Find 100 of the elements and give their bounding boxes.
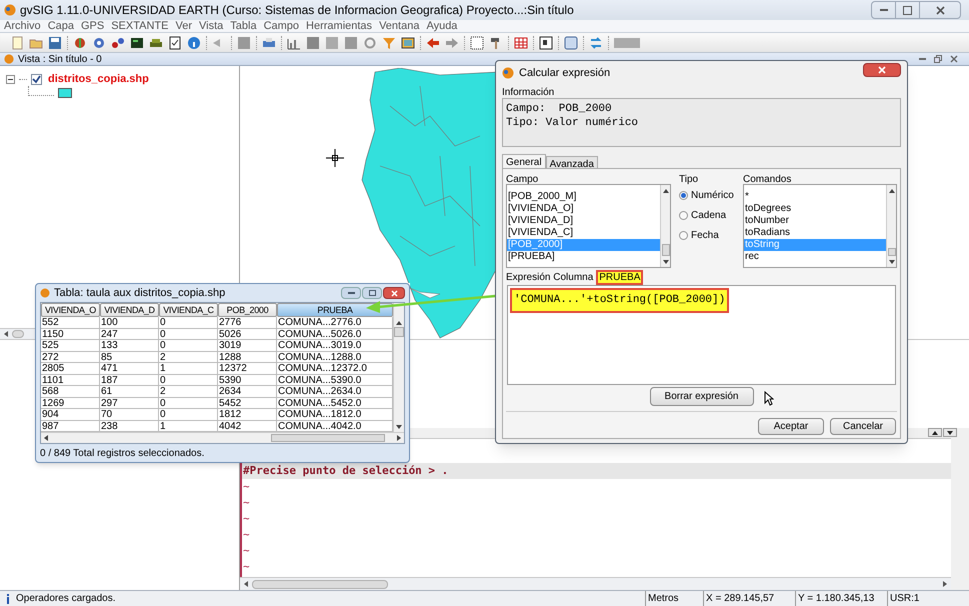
column-header[interactable]: POB_2000 (218, 303, 277, 317)
column-header[interactable]: VIVIENDA_D (100, 303, 159, 317)
right-arrow-icon[interactable] (445, 36, 459, 50)
scroll-left-icon[interactable] (2, 330, 10, 338)
menu-item[interactable]: Herramientas (306, 20, 372, 32)
list-item[interactable]: [VIVIENDA_C] (507, 227, 660, 239)
scrollbar-thumb[interactable] (394, 327, 404, 337)
column-header[interactable]: PRUEBA (277, 303, 393, 317)
tab[interactable]: General (502, 154, 546, 168)
scrollbar-thumb[interactable] (662, 244, 670, 256)
square-icon[interactable] (306, 36, 320, 50)
list-item[interactable]: [POB_2000_M] (507, 191, 660, 203)
scrollbar-thumb[interactable] (252, 580, 388, 588)
minimize-icon (918, 58, 926, 60)
new-document-icon[interactable] (10, 36, 24, 50)
scroll-down-icon[interactable] (888, 260, 894, 264)
menu-item[interactable]: Capa (48, 20, 74, 32)
radio-label[interactable]: Numérico (691, 188, 734, 203)
grid-icon[interactable] (470, 36, 484, 50)
scroll-left-icon[interactable] (242, 580, 250, 588)
printer-icon[interactable] (262, 36, 276, 50)
table-cell: 0 (159, 317, 218, 328)
column-header[interactable]: VIVIENDA_O (41, 303, 100, 317)
table-cell: 0 (159, 409, 218, 420)
table-cell: 1812 (218, 409, 277, 420)
radio-button[interactable] (679, 231, 688, 240)
list-item[interactable]: [PRUEBA] (507, 251, 660, 263)
table-title: Tabla: taula aux distritos_copia.shp (54, 286, 226, 301)
close-button[interactable] (383, 287, 405, 299)
table-logo-icon (40, 288, 50, 298)
scroll-up-icon[interactable] (396, 321, 402, 325)
square-icon[interactable] (237, 36, 251, 50)
picture-icon[interactable] (401, 36, 415, 50)
menu-item[interactable]: Ayuda (426, 20, 458, 32)
dialog-button[interactable]: Aceptar (758, 418, 824, 435)
menu-item[interactable]: Archivo (4, 20, 41, 32)
window-title: gvSIG 1.11.0-UNIVERSIDAD EARTH (Curso: Sistemas de Informacion Geografica) Proyecto...:Sin título (20, 2, 575, 19)
column-header[interactable]: VIVIENDA_C (159, 303, 218, 317)
menu-item[interactable]: Vista (199, 20, 224, 32)
console-line: ~ (242, 511, 251, 527)
list-item[interactable]: * (744, 191, 886, 203)
square-icon[interactable] (344, 36, 358, 50)
menu-item[interactable]: Campo (264, 20, 300, 32)
frame-icon[interactable] (539, 36, 553, 50)
table-cell: 100 (100, 317, 159, 328)
terminal-icon[interactable] (130, 36, 144, 50)
scroll-down-icon[interactable] (396, 425, 402, 429)
expression-field[interactable]: 'COMUNA...'+toString([POB_2000]) (507, 285, 896, 385)
help-icon[interactable] (187, 36, 201, 50)
clear-expression-button[interactable]: Borrar expresión (650, 386, 754, 406)
list-item[interactable]: toRadians (744, 227, 886, 239)
up-arrow-icon (932, 430, 938, 434)
list-item[interactable]: [VIVIENDA_O] (507, 203, 660, 215)
list-item[interactable]: [VIVIENDA_D] (507, 215, 660, 227)
menu-item[interactable]: Ver (175, 20, 192, 32)
menu-item[interactable]: SEXTANTE (111, 20, 168, 32)
scroll-right-icon[interactable] (941, 580, 949, 588)
scrollbar-thumb[interactable] (271, 434, 385, 442)
scroll-up-button[interactable] (928, 428, 942, 437)
radio-button[interactable] (679, 191, 688, 200)
scroll-left-icon[interactable] (43, 435, 49, 441)
menu-item[interactable]: GPS (80, 20, 104, 32)
scroll-up-icon[interactable] (662, 189, 668, 193)
table-cell: 3019 (218, 340, 277, 352)
restore-button[interactable] (931, 54, 945, 64)
expression-text: 'COMUNA...'+toString([POB_2000]) (510, 288, 730, 312)
close-button[interactable] (863, 62, 901, 77)
scrollbar-thumb[interactable] (888, 248, 896, 256)
scrollbar-thumb[interactable] (12, 330, 24, 338)
list-item[interactable]: toDegrees (744, 203, 886, 215)
table-icon[interactable] (514, 36, 528, 50)
table-cell: COMUNA...3019.0 (277, 340, 393, 352)
minimize-button[interactable] (341, 287, 361, 299)
view-title: Vista : Sin título - 0 (18, 52, 103, 66)
scroll-down-button[interactable] (943, 428, 957, 437)
menu-item[interactable]: Ventana (379, 20, 420, 32)
table-cell: 525 (41, 340, 100, 352)
table-cell: 568 (41, 386, 100, 398)
left-arrow-icon[interactable] (426, 36, 440, 50)
list-item[interactable]: toNumber (744, 215, 886, 227)
radio-button[interactable] (679, 211, 688, 220)
close-icon (936, 6, 944, 14)
dialog-button[interactable]: Cancelar (830, 418, 896, 435)
menu-item[interactable]: Tabla (230, 20, 257, 32)
scroll-down-icon[interactable] (662, 260, 668, 264)
list-item[interactable]: rec (744, 251, 886, 263)
layer-name[interactable]: distritos_copia.shp (48, 70, 149, 88)
column-name: PRUEBA (596, 270, 644, 284)
sync-icon[interactable] (589, 36, 603, 50)
table-cell: 2 (159, 386, 218, 398)
scroll-up-icon[interactable] (888, 189, 894, 193)
radio-label[interactable]: Cadena (691, 208, 726, 223)
checklist-icon[interactable] (168, 36, 182, 50)
collapse-toggle[interactable] (6, 74, 15, 84)
maximize-button[interactable] (362, 287, 382, 299)
scroll-right-icon[interactable] (396, 435, 402, 441)
radio-label[interactable]: Fecha (691, 228, 719, 243)
save-icon[interactable] (48, 36, 62, 50)
layer-checkbox[interactable] (31, 74, 42, 84)
tab[interactable]: Avanzada (546, 156, 598, 168)
